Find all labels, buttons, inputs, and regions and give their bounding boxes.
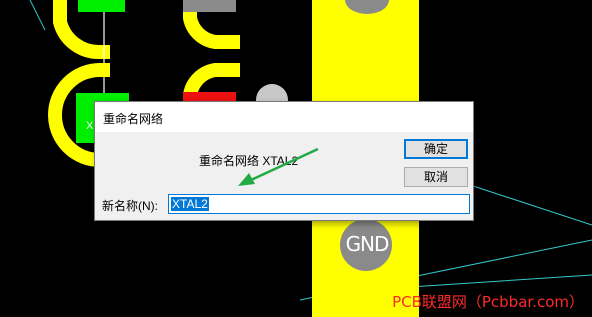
new-name-value: XTAL2 <box>171 197 209 211</box>
watermark: PCB联盟网（Pcbbar.com） <box>392 293 584 311</box>
rename-prompt: 重命名网络 XTAL2 <box>199 154 299 168</box>
rename-net-dialog: 重命名网络 重命名网络 XTAL2 确定 取消 新名称(N): XTAL2 <box>94 101 474 221</box>
pad-ring <box>183 63 240 97</box>
net-line <box>409 274 592 288</box>
gray-pad <box>183 0 236 12</box>
new-name-label: 新名称(N): <box>102 199 158 213</box>
cancel-button[interactable]: 取消 <box>404 167 468 187</box>
green-pad <box>78 0 125 12</box>
pcb-canvas[interactable]: X GND PCB联盟网（Pcbbar.com） 重命名网络 重命名网络 XTA… <box>0 0 592 317</box>
ok-button[interactable]: 确定 <box>404 139 468 159</box>
gnd-pad-label: GND <box>345 232 390 256</box>
net-line <box>469 184 592 226</box>
dialog-title: 重命名网络 <box>103 112 164 126</box>
dialog-titlebar[interactable]: 重命名网络 <box>95 102 473 132</box>
new-name-input[interactable]: XTAL2 <box>168 194 470 214</box>
net-line <box>29 0 46 31</box>
pad-text: X <box>86 120 94 132</box>
